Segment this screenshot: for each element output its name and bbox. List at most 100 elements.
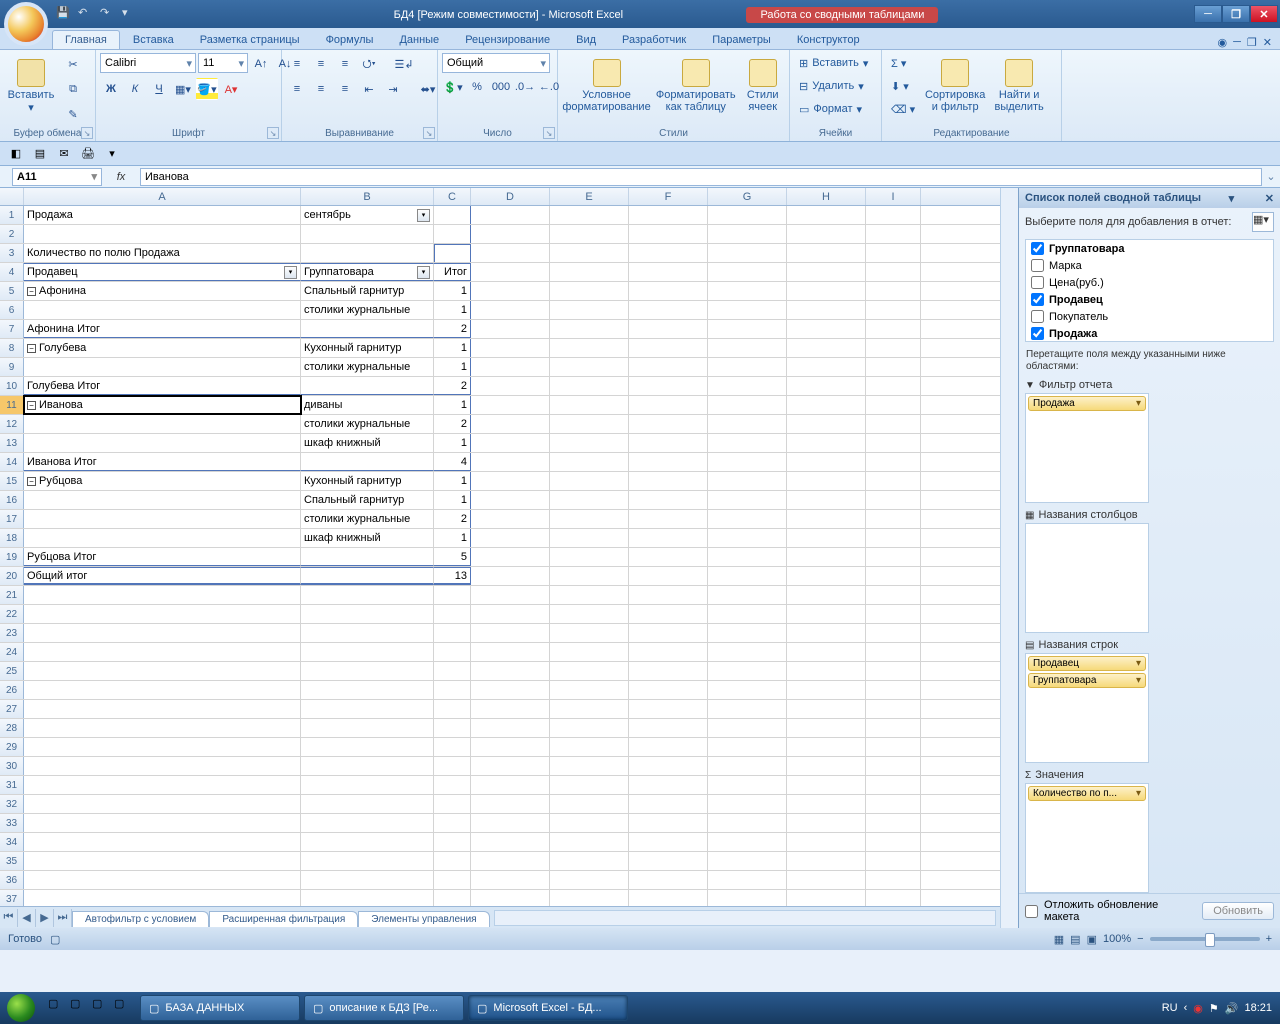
cell-grid[interactable]: 1Продажасентябрь▾23Количество по полю Пр…	[0, 206, 1000, 906]
cell-E34[interactable]	[550, 833, 629, 851]
cell-B6[interactable]: столики журнальные	[301, 301, 434, 319]
cell-I12[interactable]	[866, 415, 921, 433]
cell-D20[interactable]	[471, 567, 550, 585]
cell-F35[interactable]	[629, 852, 708, 870]
row-header[interactable]: 1	[0, 206, 24, 224]
ribbon-tab-Параметры[interactable]: Параметры	[699, 30, 784, 49]
cell-A32[interactable]	[24, 795, 301, 813]
cell-E5[interactable]	[550, 282, 629, 300]
doc-restore-icon[interactable]: ❐	[1247, 36, 1257, 49]
cell-I4[interactable]	[866, 263, 921, 281]
row-header[interactable]: 17	[0, 510, 24, 528]
cell-E25[interactable]	[550, 662, 629, 680]
cell-D37[interactable]	[471, 890, 550, 906]
cell-H29[interactable]	[787, 738, 866, 756]
ribbon-tab-Данные[interactable]: Данные	[386, 30, 452, 49]
cell-A28[interactable]	[24, 719, 301, 737]
font-launcher[interactable]: ↘	[267, 127, 279, 139]
cell-D29[interactable]	[471, 738, 550, 756]
cell-H23[interactable]	[787, 624, 866, 642]
row-header[interactable]: 28	[0, 719, 24, 737]
delete-cells-button[interactable]: ⊟ Удалить ▾	[794, 76, 873, 96]
cell-D24[interactable]	[471, 643, 550, 661]
cell-I6[interactable]	[866, 301, 921, 319]
cell-F29[interactable]	[629, 738, 708, 756]
row-header[interactable]: 29	[0, 738, 24, 756]
cell-A17[interactable]	[24, 510, 301, 528]
cell-H21[interactable]	[787, 586, 866, 604]
maximize-button[interactable]: ❐	[1222, 5, 1250, 23]
cell-H15[interactable]	[787, 472, 866, 490]
row-header[interactable]: 6	[0, 301, 24, 319]
cell-C25[interactable]	[434, 662, 471, 680]
cell-B26[interactable]	[301, 681, 434, 699]
doc-close-icon[interactable]: ✕	[1263, 36, 1272, 49]
cell-A2[interactable]	[24, 225, 301, 243]
row-header[interactable]: 24	[0, 643, 24, 661]
cell-I1[interactable]	[866, 206, 921, 224]
row-header[interactable]: 15	[0, 472, 24, 490]
cell-F37[interactable]	[629, 890, 708, 906]
cell-B34[interactable]	[301, 833, 434, 851]
cell-H10[interactable]	[787, 377, 866, 395]
clear-button[interactable]: ⌫ ▾	[886, 99, 920, 119]
wrap-text-button[interactable]: ☰↲	[382, 53, 426, 75]
cell-A3[interactable]: Количество по полю Продажа	[24, 244, 301, 262]
field-checkbox[interactable]	[1031, 276, 1044, 289]
field-label[interactable]: Продажа	[1049, 328, 1097, 340]
align-top-icon[interactable]: ≡	[286, 53, 308, 75]
name-box[interactable]: A11	[12, 168, 102, 186]
cell-F36[interactable]	[629, 871, 708, 889]
cell-F22[interactable]	[629, 605, 708, 623]
ribbon-tab-Главная[interactable]: Главная	[52, 30, 120, 49]
cell-F11[interactable]	[629, 396, 708, 414]
ql-icon-4[interactable]: ▢	[114, 997, 134, 1019]
qat-more-icon[interactable]: ▾	[122, 6, 138, 22]
tray-icon-3[interactable]: ⚑	[1209, 1002, 1219, 1015]
cell-F1[interactable]	[629, 206, 708, 224]
cell-A31[interactable]	[24, 776, 301, 794]
cell-A18[interactable]	[24, 529, 301, 547]
cell-I16[interactable]	[866, 491, 921, 509]
field-checkbox[interactable]	[1031, 310, 1044, 323]
col-header-G[interactable]: G	[708, 188, 787, 205]
cell-H17[interactable]	[787, 510, 866, 528]
collapse-icon[interactable]: −	[27, 344, 36, 353]
qat-redo-icon[interactable]: ↷	[100, 6, 116, 22]
cell-E20[interactable]	[550, 567, 629, 585]
cell-G27[interactable]	[708, 700, 787, 718]
macro-record-icon[interactable]: ▢	[50, 933, 60, 946]
cell-B8[interactable]: Кухонный гарнитур	[301, 339, 434, 357]
cell-C24[interactable]	[434, 643, 471, 661]
cell-H18[interactable]	[787, 529, 866, 547]
cell-D28[interactable]	[471, 719, 550, 737]
insert-cells-button[interactable]: ⊞ Вставить ▾	[794, 53, 873, 73]
cell-B18[interactable]: шкаф книжный	[301, 529, 434, 547]
cell-G10[interactable]	[708, 377, 787, 395]
cell-F26[interactable]	[629, 681, 708, 699]
cell-F7[interactable]	[629, 320, 708, 338]
tray-volume-icon[interactable]: 🔊	[1225, 1002, 1239, 1015]
row-header[interactable]: 35	[0, 852, 24, 870]
cell-C16[interactable]: 1	[434, 491, 471, 509]
cell-C22[interactable]	[434, 605, 471, 623]
cell-F30[interactable]	[629, 757, 708, 775]
taskbar-item[interactable]: ▢Microsoft Excel - БД...	[468, 995, 628, 1021]
clock[interactable]: 18:21	[1244, 1002, 1272, 1014]
cell-G26[interactable]	[708, 681, 787, 699]
cell-B15[interactable]: Кухонный гарнитур	[301, 472, 434, 490]
row-header[interactable]: 36	[0, 871, 24, 889]
cell-D13[interactable]	[471, 434, 550, 452]
cell-I20[interactable]	[866, 567, 921, 585]
cell-C26[interactable]	[434, 681, 471, 699]
filter-dropdown-icon[interactable]: ▾	[417, 209, 430, 222]
cell-G16[interactable]	[708, 491, 787, 509]
cell-D19[interactable]	[471, 548, 550, 566]
row-header[interactable]: 23	[0, 624, 24, 642]
cell-H16[interactable]	[787, 491, 866, 509]
cell-G21[interactable]	[708, 586, 787, 604]
cell-C30[interactable]	[434, 757, 471, 775]
cell-I34[interactable]	[866, 833, 921, 851]
col-header-F[interactable]: F	[629, 188, 708, 205]
qat2-icon-1[interactable]: ◧	[6, 144, 26, 164]
